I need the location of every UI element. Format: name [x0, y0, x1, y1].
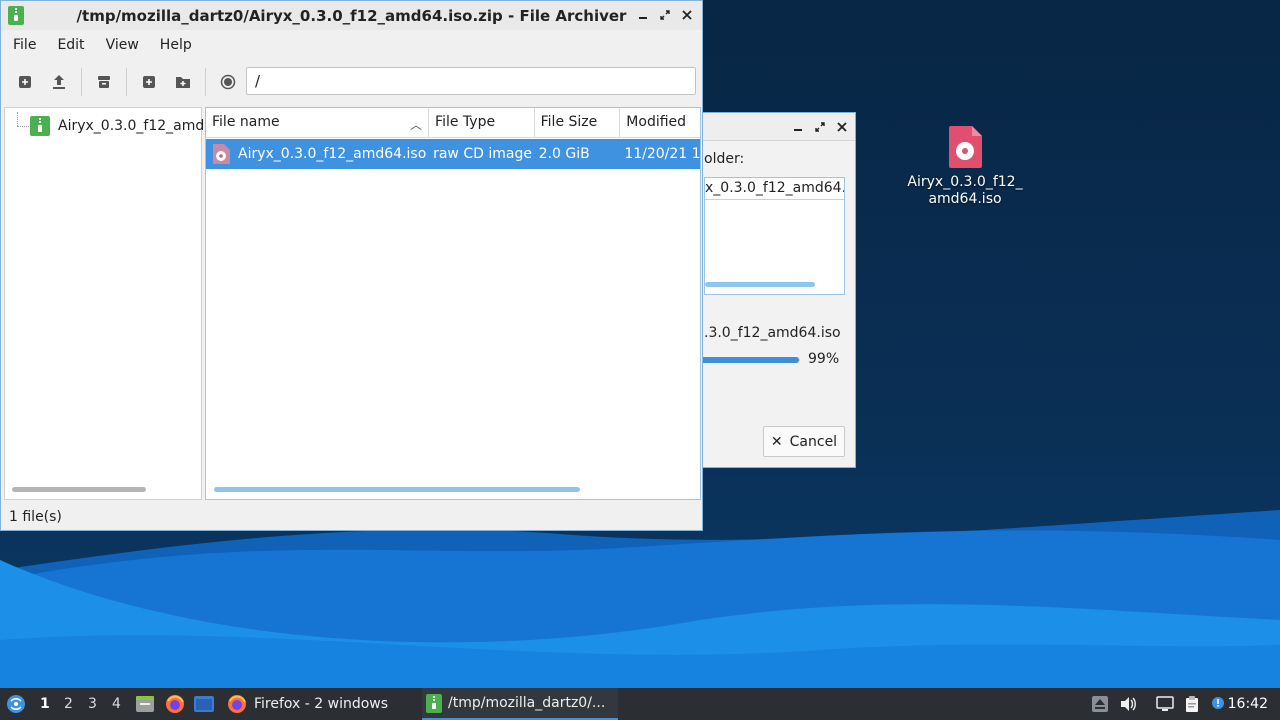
window-titlebar[interactable]: /tmp/mozilla_dartz0/Airyx_0.3.0_f12_amd6… — [1, 1, 702, 30]
file-name: Airyx_0.3.0_f12_amd64.iso — [238, 146, 427, 162]
close-icon[interactable] — [835, 120, 849, 134]
progress-percent: 99% — [808, 351, 840, 367]
file-list-header: File name ︿ File Type File Size Modified — [206, 108, 700, 138]
toolbar-separator — [126, 68, 127, 96]
tree-item-label: Airyx_0.3.0_f12_amd — [58, 118, 205, 134]
new-archive-icon — [19, 76, 31, 88]
location-field[interactable]: / — [246, 67, 696, 95]
clipboard-icon[interactable] — [1183, 695, 1201, 713]
archive-app-icon — [426, 693, 442, 713]
minimize-icon[interactable] — [791, 120, 805, 134]
open-archive-button[interactable] — [47, 70, 71, 94]
desktop-file-icon[interactable]: Airyx_0.3.0_f12_ amd64.iso — [900, 126, 1030, 208]
task-file-archiver-label: /tmp/mozilla_dartz0/... — [448, 695, 606, 711]
taskbar: 1 2 3 4 Firefox - 2 windows /tmp/mozilla… — [0, 688, 1280, 720]
menu-help[interactable]: Help — [160, 37, 192, 53]
cd-image-file-icon — [213, 144, 230, 164]
file-size: 2.0 GiB — [538, 146, 590, 162]
archive-box-icon — [98, 76, 110, 88]
notification-icon[interactable] — [1209, 695, 1227, 713]
file-name-cell: Airyx_0.3.0_f12_amd64.iso — [206, 144, 429, 164]
minimize-icon[interactable] — [636, 8, 650, 22]
file-manager-icon[interactable] — [134, 693, 156, 715]
tree-scrollbar[interactable] — [12, 487, 146, 492]
extract-progress-bar — [694, 357, 800, 363]
new-archive-button[interactable] — [13, 70, 37, 94]
column-header-type[interactable]: File Type — [429, 108, 535, 138]
workspace-4[interactable]: 4 — [112, 696, 121, 712]
folder-tree[interactable]: Airyx_0.3.0_f12_amd — [4, 107, 204, 500]
file-type: raw CD image — [433, 146, 532, 162]
firefox-icon[interactable] — [164, 693, 186, 715]
add-file-icon — [143, 76, 155, 88]
content-panes: Airyx_0.3.0_f12_amd File name ︿ File Typ… — [4, 107, 701, 500]
close-icon[interactable] — [680, 8, 694, 22]
current-file-label: .3.0_f12_amd64.iso — [704, 325, 841, 341]
cancel-button-label: Cancel — [789, 433, 838, 450]
window-title: /tmp/mozilla_dartz0/Airyx_0.3.0_f12_amd6… — [76, 7, 627, 25]
workspace-2[interactable]: 2 — [64, 696, 73, 712]
file-archiver-window: /tmp/mozilla_dartz0/Airyx_0.3.0_f12_amd6… — [0, 0, 703, 531]
chevron-up-icon: ︿ — [410, 118, 423, 132]
toolbar-separator — [205, 68, 206, 96]
workspace-3[interactable]: 3 — [88, 696, 97, 712]
network-icon[interactable] — [1156, 695, 1174, 713]
table-row[interactable]: Airyx_0.3.0_f12_amd64.iso raw CD image 2… — [206, 139, 700, 169]
volume-icon[interactable] — [1119, 695, 1137, 713]
destination-folder-label: older: — [704, 151, 745, 167]
destination-folder-entry[interactable]: x_0.3.0_f12_amd64.i — [705, 178, 844, 200]
stop-icon — [220, 74, 236, 90]
column-header-modified[interactable]: Modified — [620, 108, 700, 138]
extract-button[interactable] — [92, 70, 116, 94]
stop-button[interactable] — [216, 70, 240, 94]
task-firefox[interactable]: Firefox - 2 windows — [222, 688, 412, 720]
toolbar: / — [1, 60, 702, 104]
column-header-size[interactable]: File Size — [535, 108, 621, 138]
maximize-icon[interactable] — [658, 8, 672, 22]
dialog-titlebar — [694, 113, 855, 141]
extract-dialog: older: x_0.3.0_f12_amd64.i .3.0_f12_amd6… — [693, 112, 856, 468]
cd-image-file-icon — [949, 126, 982, 168]
menu-file[interactable]: File — [13, 37, 36, 53]
tree-item-archive[interactable]: Airyx_0.3.0_f12_amd — [30, 116, 204, 136]
file-modified: 11/20/21 1: — [624, 146, 701, 162]
status-bar: 1 file(s) — [9, 509, 62, 525]
clock: 16:42 — [1227, 696, 1268, 712]
file-list-scrollbar[interactable] — [214, 487, 580, 492]
window-controls — [636, 8, 694, 22]
task-file-archiver[interactable]: /tmp/mozilla_dartz0/... — [422, 688, 618, 720]
tray-eject-icon[interactable] — [1091, 695, 1109, 713]
add-folder-icon — [176, 77, 190, 88]
terminal-icon[interactable] — [193, 693, 215, 715]
upload-icon — [53, 75, 65, 89]
destination-folder-list[interactable]: x_0.3.0_f12_amd64.i — [704, 177, 845, 295]
column-header-name[interactable]: File name ︿ — [206, 108, 430, 138]
cancel-button[interactable]: ✕ Cancel — [763, 426, 845, 457]
toolbar-separator — [81, 68, 82, 96]
maximize-icon[interactable] — [813, 120, 827, 134]
column-header-name-label: File name — [212, 114, 280, 130]
workspace-1[interactable]: 1 — [40, 696, 50, 712]
menu-edit[interactable]: Edit — [57, 37, 84, 53]
close-icon: ✕ — [770, 433, 783, 450]
add-folder-button[interactable] — [171, 70, 195, 94]
archive-icon — [30, 116, 50, 136]
desktop-file-label: Airyx_0.3.0_f12_ amd64.iso — [907, 174, 1023, 207]
firefox-icon — [228, 695, 246, 713]
start-menu-icon[interactable] — [6, 694, 26, 714]
menu-view[interactable]: View — [106, 37, 139, 53]
add-files-button[interactable] — [137, 70, 161, 94]
task-firefox-label: Firefox - 2 windows — [254, 696, 389, 712]
folder-list-scrollbar[interactable] — [705, 282, 815, 287]
extract-progress-fill — [694, 357, 799, 363]
file-list[interactable]: File name ︿ File Type File Size Modified… — [205, 107, 701, 500]
tree-guide-line — [17, 112, 18, 126]
menu-bar: File Edit View Help — [1, 30, 702, 60]
tree-guide-line — [17, 126, 29, 127]
